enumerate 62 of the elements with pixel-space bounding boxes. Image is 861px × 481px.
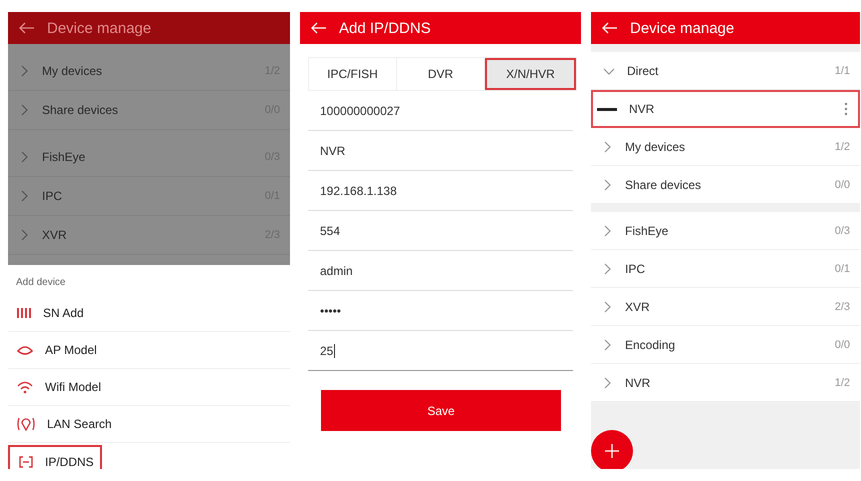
tab[interactable]: X/N/HVR	[485, 58, 576, 90]
more-icon[interactable]	[844, 102, 848, 116]
item-label: IP/DDNS	[45, 455, 94, 469]
row-label: FishEye	[42, 150, 86, 164]
input-field[interactable]: 554	[308, 211, 573, 251]
row-label: IPC	[625, 262, 646, 276]
list-row[interactable]: NVR 1/2	[591, 364, 860, 402]
menu-item[interactable]: AP Model	[8, 332, 290, 369]
input-field[interactable]: admin	[308, 251, 573, 291]
list-row[interactable]: IPC 0/1	[591, 250, 860, 288]
list-row[interactable]: XVR 2/3	[591, 288, 860, 326]
screen-title: Device manage	[630, 20, 734, 36]
input-field[interactable]: 192.168.1.138	[308, 171, 573, 211]
row-label: IPC	[42, 189, 64, 203]
device-count: 1/2	[834, 376, 850, 388]
item-label: AP Model	[45, 343, 97, 357]
row-label: Share devices	[625, 178, 702, 192]
add-button[interactable]	[591, 430, 633, 469]
list-row[interactable]: Share devices 0/0	[591, 166, 860, 204]
input-field[interactable]: •••••	[308, 291, 573, 331]
device-name: NVR	[629, 102, 656, 116]
device-count: 1/2	[834, 140, 850, 152]
menu-item[interactable]: SN Add	[8, 295, 290, 332]
menu-item[interactable]: Wifi Model	[8, 369, 290, 406]
device-row[interactable]: NVR	[591, 90, 860, 128]
device-count: 0/3	[834, 224, 850, 236]
row-label: My devices	[625, 140, 686, 154]
row-label: XVR	[625, 300, 651, 314]
device-count: 0/0	[834, 178, 850, 190]
save-button[interactable]: Save	[321, 390, 561, 431]
input-field[interactable]: NVR	[308, 131, 573, 171]
item-label: LAN Search	[47, 417, 112, 431]
item-label: SN Add	[43, 306, 84, 320]
list-row[interactable]: Encoding 0/0	[591, 326, 860, 364]
bars-icon	[16, 306, 32, 320]
input-field[interactable]: 25	[308, 331, 573, 371]
device-count: 0/1	[834, 262, 850, 274]
row-label: FishEye	[625, 224, 670, 238]
bracket-icon	[18, 455, 34, 469]
row-label: XVR	[42, 228, 68, 242]
screen-title: Device manage	[47, 20, 152, 36]
screen-title: Add IP/DDNS	[339, 20, 431, 36]
menu-item[interactable]: IP/DDNS	[8, 445, 102, 469]
row-label: My devices	[42, 64, 104, 78]
row-label: Direct	[627, 64, 660, 78]
row-label: Encoding	[625, 338, 676, 352]
row-label: Share devices	[42, 103, 120, 117]
pin-icon	[16, 416, 36, 432]
menu-item[interactable]: LAN Search	[8, 406, 290, 443]
back-arrow-icon[interactable]	[18, 21, 35, 35]
wifi-icon	[16, 380, 34, 394]
plus-icon	[604, 443, 620, 459]
input-field[interactable]: 100000000027	[308, 91, 573, 131]
device-count: 2/3	[834, 300, 850, 312]
sheet-title: Add device	[15, 276, 66, 290]
device-count: 1/1	[834, 64, 850, 76]
list-row[interactable]: FishEye 0/3	[591, 212, 860, 250]
list-row[interactable]: My devices 1/2	[591, 128, 860, 166]
row-label: NVR	[625, 376, 652, 390]
device-count: 0/0	[834, 338, 850, 350]
list-row[interactable]: Direct 1/1	[591, 52, 860, 90]
item-label: Wifi Model	[45, 380, 102, 394]
